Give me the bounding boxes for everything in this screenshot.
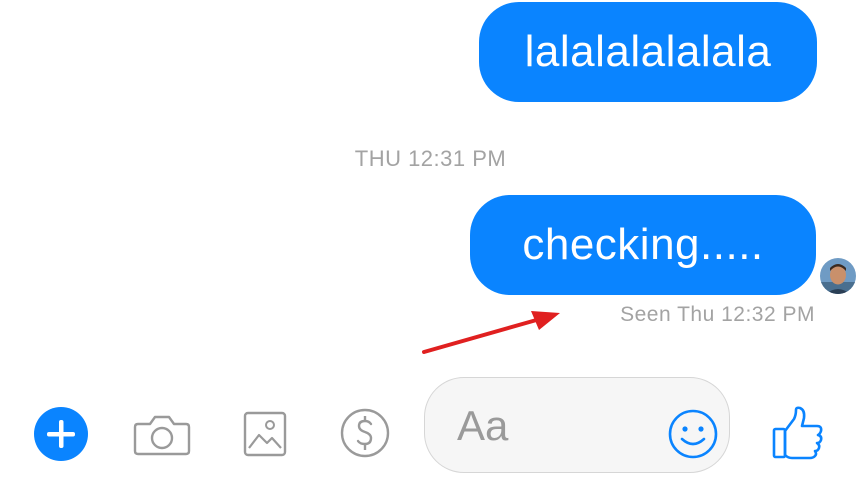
message-composer[interactable] — [424, 377, 730, 473]
payment-button[interactable] — [336, 404, 394, 462]
avatar-image — [820, 258, 856, 294]
messenger-conversation: lalalalalalala THU 12:31 PM checking....… — [0, 0, 861, 486]
message-text: lalalalalalala — [524, 27, 772, 76]
add-button[interactable] — [33, 406, 89, 462]
image-icon — [243, 411, 287, 457]
message-input[interactable] — [457, 398, 647, 454]
smiley-icon — [668, 409, 718, 459]
message-text: checking..... — [522, 220, 764, 269]
dollar-icon — [340, 408, 390, 458]
conversation-timestamp: THU 12:31 PM — [354, 146, 507, 171]
thumbs-up-icon — [772, 406, 823, 460]
seen-status: Seen Thu 12:32 PM — [620, 303, 815, 326]
message-bubble[interactable]: checking..... — [470, 195, 816, 295]
camera-icon — [133, 415, 191, 456]
plus-icon — [34, 407, 88, 461]
avatar[interactable] — [820, 258, 856, 294]
like-button[interactable] — [768, 402, 828, 464]
camera-button[interactable] — [130, 404, 194, 464]
emoji-button[interactable] — [667, 408, 719, 460]
gallery-button[interactable] — [238, 404, 292, 464]
message-bubble[interactable]: lalalalalalala — [479, 2, 817, 102]
